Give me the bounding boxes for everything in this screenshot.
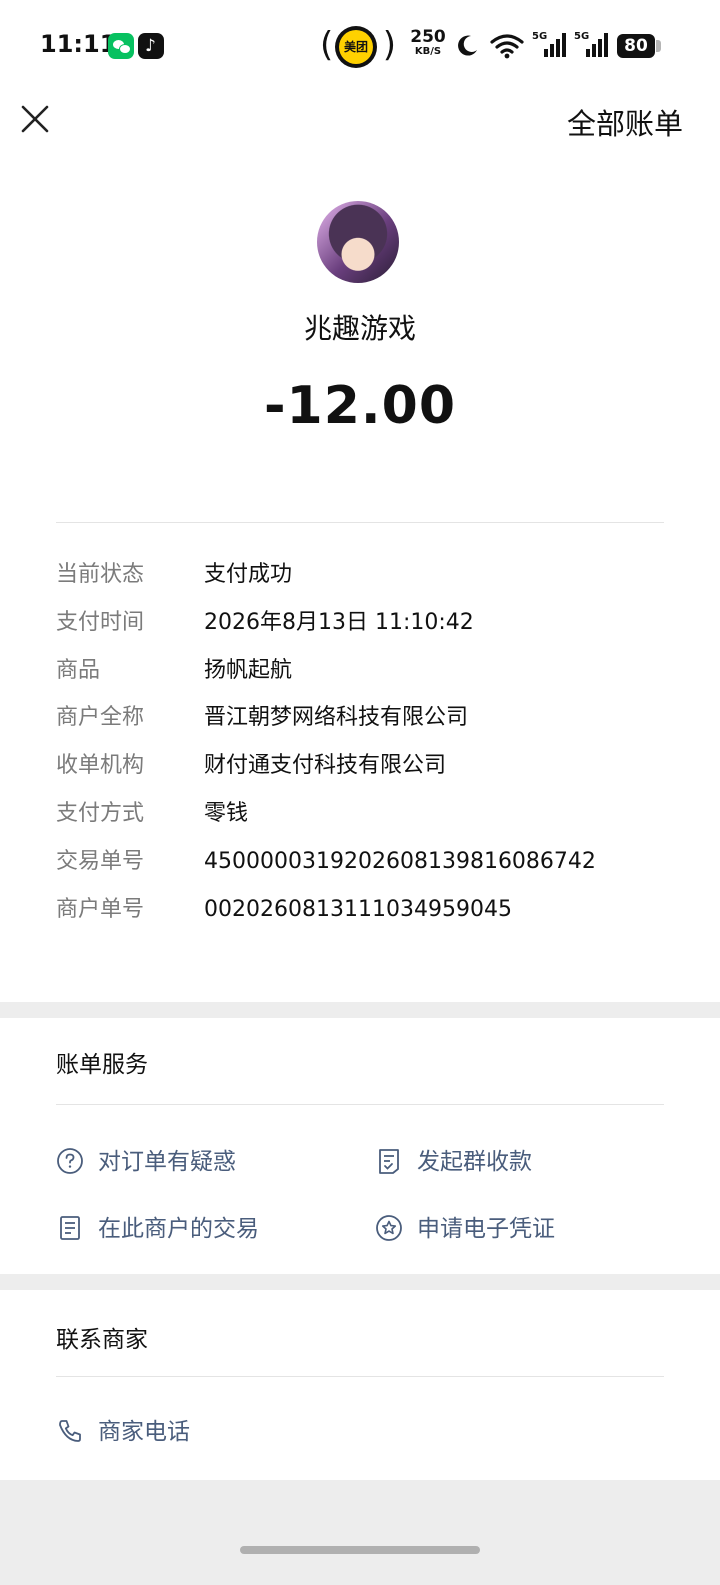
star-badge-icon — [376, 1215, 402, 1241]
detail-label: 商户全称 — [56, 705, 145, 731]
detail-row-payment-method: 支付方式 零钱 — [56, 799, 676, 847]
transaction-details-list: 当前状态 支付成功 支付时间 2026年8月13日 11:10:42 商品 扬帆… — [56, 560, 676, 942]
detail-value: 扬帆起航 — [204, 657, 293, 683]
bill-services-section: 账单服务 对订单有疑惑 发起群收款 在此商户的交易 申请电子凭证 — [0, 1018, 720, 1274]
detail-label: 交易单号 — [56, 848, 145, 874]
close-icon[interactable] — [18, 102, 52, 136]
detail-row-acquirer: 收单机构 财付通支付科技有限公司 — [56, 751, 676, 799]
cellular-signal-icon: 5G — [574, 31, 610, 59]
contact-merchant-section: 联系商家 商家电话 — [0, 1290, 720, 1480]
document-list-icon — [60, 1216, 80, 1240]
detail-row-payment-time: 支付时间 2026年8月13日 11:10:42 — [56, 608, 676, 656]
detail-value: 财付通支付科技有限公司 — [204, 753, 447, 779]
meituan-icon: 美团 — [335, 26, 377, 68]
detail-row-status: 当前状态 支付成功 — [56, 560, 676, 608]
tiktok-icon: ♪ — [138, 33, 164, 59]
detail-label: 当前状态 — [56, 562, 145, 587]
network-speed: 250 KB/S — [410, 27, 446, 58]
detail-value: 2026年8月13日 11:10:42 — [204, 609, 474, 635]
detail-label: 收单机构 — [56, 753, 145, 779]
question-circle-icon — [57, 1148, 83, 1174]
divider — [56, 1376, 664, 1377]
top-nav: 全部账单 — [0, 92, 720, 164]
divider — [56, 522, 664, 523]
transaction-detail-card: 兆趣游戏 -12.00 当前状态 支付成功 支付时间 2026年8月13日 11… — [0, 164, 720, 1002]
detail-value: 零钱 — [204, 800, 249, 826]
status-time: 11:11 — [40, 30, 117, 58]
detail-row-merchant-order-id: 商户单号 00202608131110349590​45 — [56, 895, 676, 943]
service-label: 申请电子凭证 — [417, 1216, 555, 1242]
all-bills-link[interactable]: 全部账单 — [567, 101, 683, 143]
detail-value: 4500000319202608139816086742 — [204, 848, 596, 874]
divider — [56, 1104, 664, 1105]
battery-icon: 80 — [617, 34, 661, 58]
detail-value: 支付成功 — [204, 562, 293, 587]
merchant-name: 兆趣游戏 — [303, 312, 416, 345]
transaction-amount: -12.00 — [263, 376, 457, 436]
meituan-status-indicator: ( 美团 ) — [320, 25, 396, 68]
detail-label: 商户单号 — [56, 896, 145, 922]
wifi-icon — [490, 34, 524, 59]
detail-label: 支付时间 — [56, 609, 145, 635]
service-label: 在此商户的交易 — [98, 1216, 259, 1242]
status-bar: 11:11 ♪ ( 美团 ) 250 KB/S 5G 5G 80 — [0, 0, 720, 92]
phone-label: 商家电话 — [98, 1419, 190, 1445]
detail-label: 商品 — [56, 657, 101, 683]
detail-label: 支付方式 — [56, 800, 145, 826]
home-indicator[interactable] — [240, 1546, 480, 1554]
cellular-signal-icon: 5G — [532, 31, 568, 59]
service-label: 对订单有疑惑 — [98, 1149, 236, 1175]
section-title: 账单服务 — [56, 1052, 148, 1078]
merchant-avatar — [317, 201, 399, 283]
detail-row-product: 商品 扬帆起航 — [56, 656, 676, 704]
document-check-icon — [379, 1149, 399, 1174]
section-title: 联系商家 — [56, 1327, 148, 1353]
wechat-icon — [108, 33, 134, 59]
detail-value: 晋江朝梦网络科技有限公司 — [204, 705, 469, 731]
detail-row-merchant-full-name: 商户全称 晋江朝梦网络科技有限公司 — [56, 703, 676, 751]
moon-icon — [458, 35, 477, 56]
detail-row-transaction-id: 交易单号 4500000319202608139816086742 — [56, 847, 676, 895]
phone-icon — [59, 1420, 81, 1442]
service-label: 发起群收款 — [417, 1149, 532, 1175]
detail-value: 00202608131110349590​45 — [204, 896, 512, 922]
